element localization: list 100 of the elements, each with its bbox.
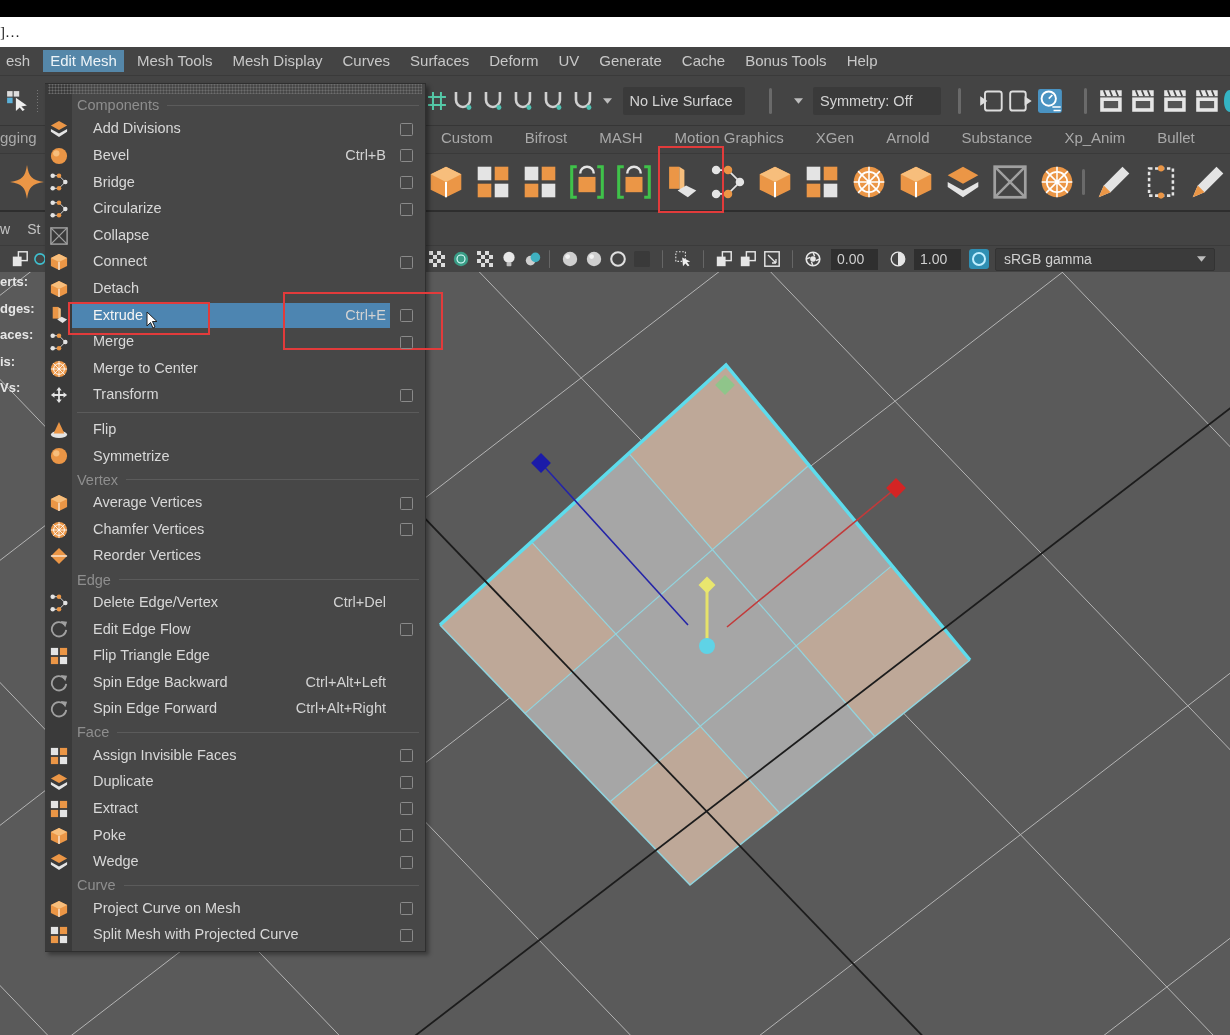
selection-cursor-icon[interactable] — [675, 251, 691, 267]
clapperboard-icon[interactable] — [1195, 88, 1219, 113]
menu-bar-item[interactable]: Curves — [335, 50, 398, 72]
option-box[interactable] — [400, 775, 413, 789]
star-icon[interactable] — [10, 165, 44, 199]
squares-icon[interactable] — [805, 165, 839, 199]
menu-item[interactable]: Flip Triangle Edge — [72, 643, 390, 669]
clapperboard-icon[interactable] — [1099, 88, 1124, 113]
menu-item[interactable]: Circularize — [72, 196, 390, 222]
option-box[interactable] — [400, 829, 413, 843]
menu-bar-item[interactable]: Bonus Tools — [738, 50, 834, 72]
menu-item[interactable]: Poke — [72, 823, 390, 849]
wheel-icon[interactable] — [1040, 165, 1074, 199]
menu-item[interactable]: Edit Edge Flow — [72, 616, 390, 642]
color-space-dropdown[interactable]: sRGB gamma — [995, 247, 1215, 271]
cube-icon[interactable] — [899, 165, 933, 199]
menu-item[interactable]: Symmetrize — [72, 443, 390, 469]
pen-icon[interactable] — [1097, 165, 1131, 199]
shelf-tab[interactable]: Bullet — [1141, 127, 1211, 148]
menu-bar-item[interactable]: Generate — [592, 50, 669, 72]
option-box[interactable] — [400, 855, 413, 869]
clapperboard-icon[interactable] — [1163, 88, 1188, 113]
option-box[interactable] — [400, 749, 413, 763]
option-box[interactable] — [400, 202, 413, 216]
tear-off-handle[interactable] — [48, 84, 422, 94]
option-box[interactable] — [400, 902, 413, 916]
ring-icon[interactable] — [969, 249, 989, 269]
shelf-tab[interactable]: Xp_Anim — [1048, 127, 1142, 148]
axis-handle[interactable] — [531, 453, 689, 626]
cursor-icon[interactable] — [6, 89, 28, 112]
menu-item[interactable]: Split Mesh with Projected Curve — [72, 922, 390, 948]
pivot-handle[interactable] — [698, 576, 716, 654]
menu-item[interactable]: Extrude Ctrl+E — [72, 302, 390, 328]
sphere-icon[interactable] — [586, 251, 602, 267]
sphere-icon[interactable] — [562, 251, 578, 267]
menu-bar-item[interactable]: Edit Mesh — [43, 50, 124, 72]
sphere-pair-icon[interactable] — [525, 251, 541, 267]
number-field[interactable]: 1.00 — [914, 248, 961, 270]
squares-icon[interactable] — [476, 165, 510, 199]
framed-arrow-icon[interactable] — [764, 251, 780, 267]
menu-bar-item[interactable]: Help — [839, 50, 885, 72]
menu-bar-item[interactable]: esh — [0, 50, 38, 72]
option-box[interactable] — [400, 928, 413, 942]
menu-item[interactable]: Spin Edge Backward Ctrl+Alt+Left — [72, 670, 390, 696]
overlap-squares-icon[interactable] — [12, 251, 28, 267]
arrow-box-icon[interactable] — [1008, 88, 1033, 113]
ring-icon[interactable] — [34, 253, 46, 265]
dial-icon[interactable] — [1038, 88, 1063, 113]
sphere-icon[interactable] — [453, 251, 469, 267]
option-box[interactable] — [400, 255, 413, 269]
menu-item[interactable]: Extract — [72, 796, 390, 822]
squares-icon[interactable] — [523, 165, 557, 199]
menu-item[interactable]: Transform — [72, 382, 390, 408]
pen-icon[interactable] — [1191, 165, 1225, 199]
menu-bar-item[interactable]: Mesh Tools — [129, 50, 220, 72]
option-box[interactable] — [400, 496, 413, 510]
grid-icon[interactable] — [427, 90, 447, 111]
menu-item[interactable]: Merge to Center — [72, 356, 390, 382]
menu-item[interactable]: Delete Edge/Vertex Ctrl+Del — [72, 590, 390, 616]
menu-bar-item[interactable]: Deform — [482, 50, 546, 72]
magnet-icon[interactable] — [572, 90, 593, 111]
magnet-icon[interactable] — [512, 90, 533, 111]
dots-icon[interactable] — [711, 165, 745, 199]
bulb-icon[interactable] — [501, 251, 517, 267]
shelf-tab[interactable]: Bifrost — [508, 127, 584, 148]
layers-icon[interactable] — [946, 165, 980, 199]
menu-bar-item[interactable]: Mesh Display — [225, 50, 330, 72]
shelf-tab[interactable]: Custom — [425, 127, 509, 148]
option-box[interactable] — [400, 308, 413, 322]
half-circle-icon[interactable] — [890, 251, 906, 267]
caret-icon[interactable] — [794, 97, 804, 104]
clapperboard-icon[interactable] — [1131, 88, 1156, 113]
axis-handle[interactable] — [726, 478, 906, 628]
magnet-icon[interactable] — [542, 90, 563, 111]
menu-bar-item[interactable]: UV — [551, 50, 587, 72]
menu-bar-item[interactable]: Cache — [674, 50, 733, 72]
symmetry-dropdown[interactable]: Symmetry: Off — [813, 86, 941, 115]
cube-icon[interactable] — [758, 165, 792, 199]
arrow-box-icon[interactable] — [978, 88, 1003, 113]
magnet-icon[interactable] — [482, 90, 503, 111]
menu-item[interactable]: Bevel Ctrl+B — [72, 143, 390, 169]
menu-item[interactable]: Average Vertices — [72, 490, 390, 516]
menu-item[interactable]: Connect — [72, 249, 390, 275]
panel-menu-item[interactable]: St — [27, 219, 41, 238]
menu-item[interactable]: Detach — [72, 276, 390, 302]
wheel-icon[interactable] — [852, 165, 886, 199]
menu-item[interactable]: Collapse — [72, 223, 390, 249]
shelf-tab[interactable]: Motion Graphics — [658, 127, 800, 148]
caret-icon[interactable] — [1197, 256, 1206, 262]
panel-menu-item[interactable]: w — [0, 219, 11, 238]
menu-item[interactable]: Chamfer Vertices — [72, 517, 390, 543]
shelf-tab[interactable]: XGen — [799, 127, 871, 148]
menu-item[interactable]: Assign Invisible Faces — [72, 743, 390, 769]
menu-item[interactable]: Project Curve on Mesh — [72, 896, 390, 922]
option-box[interactable] — [400, 176, 413, 189]
menu-item[interactable]: Flip — [72, 417, 390, 443]
shelf-tab[interactable]: MASH — [583, 127, 659, 148]
magnet-icon[interactable] — [452, 90, 473, 111]
bracketed-square-icon[interactable] — [617, 165, 651, 199]
checker-icon[interactable] — [477, 251, 493, 267]
